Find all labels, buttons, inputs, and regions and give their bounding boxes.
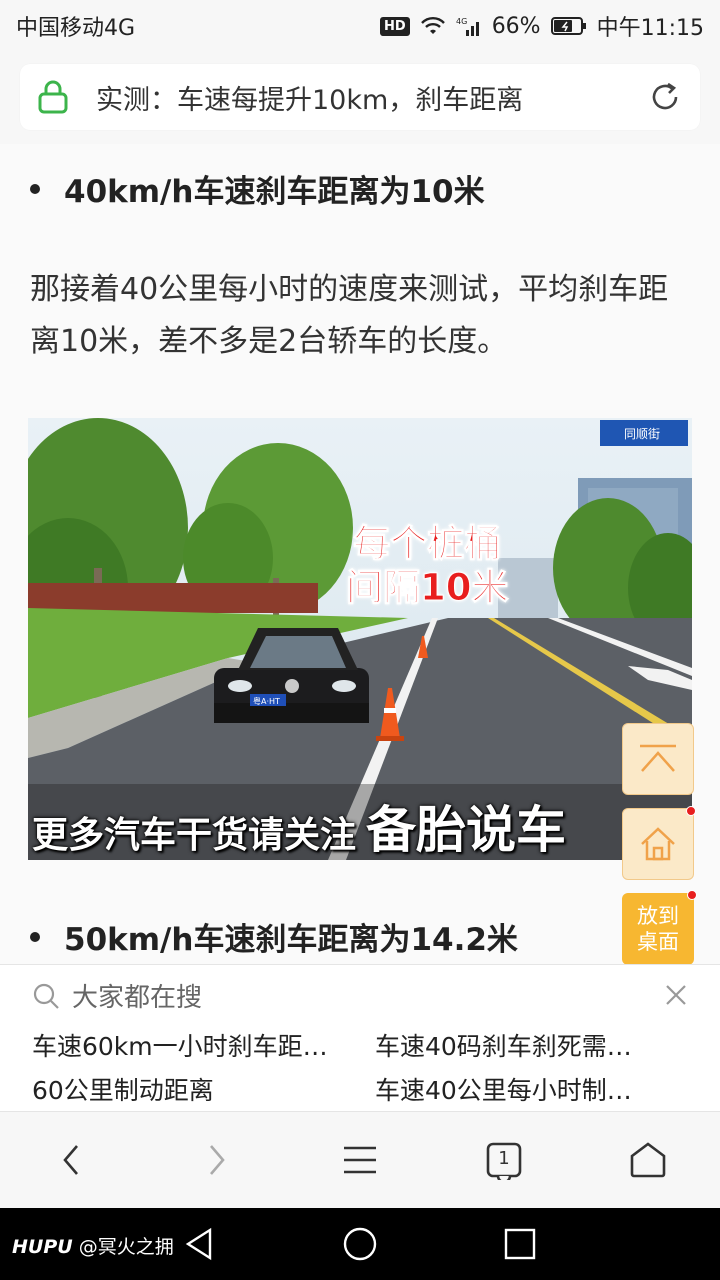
svg-text:4G: 4G xyxy=(456,17,467,26)
signal-icon: 4G xyxy=(456,17,479,36)
desktop-label-line1: 放到 xyxy=(637,904,679,928)
suggest-item[interactable]: 60公里制动距离 xyxy=(32,1071,214,1107)
chevron-right-icon xyxy=(210,1145,225,1175)
menu-icon xyxy=(344,1146,376,1174)
address-bar[interactable]: 实测：车速每提升10km，刹车距离 xyxy=(20,64,700,130)
clock: 中午11:15 xyxy=(596,16,704,41)
cone-spacing-overlay: 每个桩桶 间隔10米 xyxy=(346,522,509,610)
street-sign: 同顺街 xyxy=(624,427,660,441)
desktop-label-line2: 桌面 xyxy=(637,930,679,954)
overlay-line2: 间隔10米 xyxy=(346,566,509,610)
browser-toolbar: 1 xyxy=(0,1112,720,1208)
carrier-label: 中国移动4G xyxy=(16,16,136,41)
back-to-top-button[interactable] xyxy=(622,723,694,795)
status-bar: 中国移动4G HD 4G 66% 中午11:15 xyxy=(0,0,720,52)
caption-brand: 备胎说车 xyxy=(366,801,567,859)
bullet-dot xyxy=(30,931,40,942)
home-tab-button[interactable] xyxy=(618,1130,678,1190)
watermark: HUPU @冥火之拥 xyxy=(12,1232,174,1259)
suggest-header-text: 大家都在搜 xyxy=(72,983,203,1013)
refresh-icon[interactable] xyxy=(648,80,682,114)
battery-percent: 66% xyxy=(491,13,541,39)
suggest-header: 大家都在搜 xyxy=(32,977,202,1014)
photo-caption: 更多汽车干货请关注 备胎说车 xyxy=(32,790,566,860)
notification-dot xyxy=(686,806,696,816)
address-bar-container: 实测：车速每提升10km，刹车距离 xyxy=(0,52,720,144)
suggest-item[interactable]: 车速40公里每小时制… xyxy=(375,1071,632,1107)
watermark-brand: HUPU xyxy=(12,1236,73,1258)
heading-40kmh: 40km/h车速刹车距离为10米 xyxy=(30,166,485,211)
back-to-top-icon xyxy=(640,744,676,772)
nav-recents-icon[interactable] xyxy=(502,1226,538,1262)
search-suggestions-panel: 大家都在搜 车速60km一小时刹车距… 车速40码刹车刹死需… 60公里制动距离… xyxy=(0,964,720,1112)
heading-40kmh-text: 40km/h车速刹车距离为10米 xyxy=(64,174,485,210)
battery-icon xyxy=(550,17,586,35)
license-plate: 粤A·HT xyxy=(253,696,280,706)
page-title[interactable]: 实测：车速每提升10km，刹车距离 xyxy=(96,78,638,117)
hd-badge: HD xyxy=(380,16,410,36)
forward-button[interactable] xyxy=(186,1130,246,1190)
lock-icon xyxy=(38,80,68,114)
home-button[interactable] xyxy=(622,806,696,880)
close-icon[interactable] xyxy=(664,983,688,1007)
road-test-photo[interactable]: 粤A·HT 同顺街 每个桩桶 间隔10米 更多汽车干货请关注 备胎说车 xyxy=(28,418,692,860)
home-icon xyxy=(641,827,675,861)
tabs-button[interactable]: 1 xyxy=(474,1130,534,1190)
menu-button[interactable] xyxy=(330,1130,390,1190)
house-icon xyxy=(630,1142,666,1178)
search-icon xyxy=(33,983,59,1009)
heading-50kmh: 50km/h车速刹车距离为14.2米 xyxy=(30,914,518,959)
heading-50kmh-text: 50km/h车速刹车距离为14.2米 xyxy=(64,922,518,958)
chevron-left-icon xyxy=(63,1145,78,1175)
suggest-item[interactable]: 车速60km一小时刹车距… xyxy=(32,1027,328,1063)
article-content: 40km/h车速刹车距离为10米 那接着40公里每小时的速度来测试，平均刹车距离… xyxy=(0,144,720,964)
back-button[interactable] xyxy=(42,1130,102,1190)
overlay-line1: 每个桩桶 xyxy=(353,522,502,566)
suggest-item[interactable]: 车速40码刹车刹死需… xyxy=(375,1027,632,1063)
system-nav-bar: HUPU @冥火之拥 xyxy=(0,1208,720,1280)
notification-dot xyxy=(687,890,697,900)
tab-count: 1 xyxy=(498,1148,510,1169)
bullet-dot xyxy=(30,183,40,194)
paragraph-40kmh: 那接着40公里每小时的速度来测试，平均刹车距离10米，差不多是2台轿车的长度。 xyxy=(30,272,669,359)
watermark-user: @冥火之拥 xyxy=(78,1236,174,1258)
nav-home-icon[interactable] xyxy=(342,1226,378,1262)
nav-back-icon[interactable] xyxy=(182,1226,218,1262)
caption-text: 更多汽车干货请关注 xyxy=(32,815,357,856)
wifi-icon xyxy=(420,17,445,34)
add-to-desktop-button[interactable]: 放到 桌面 xyxy=(622,890,697,965)
